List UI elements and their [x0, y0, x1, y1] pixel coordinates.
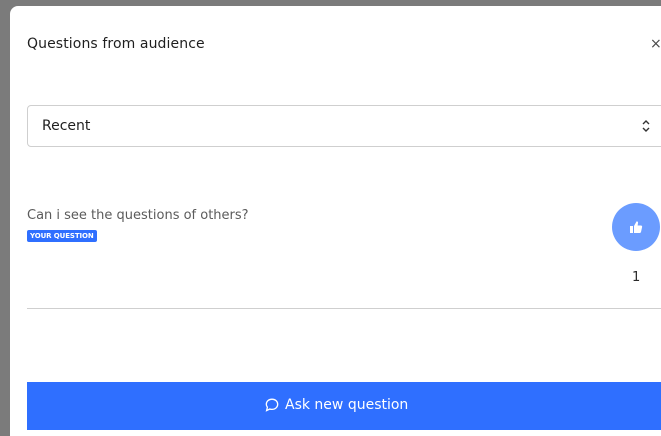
ask-new-question-button[interactable]: Ask new question [27, 382, 661, 430]
ask-button-label: Ask new question [285, 397, 409, 413]
thumbs-up-icon [630, 221, 643, 233]
question-text: Can i see the questions of others? [27, 208, 249, 223]
sort-select[interactable]: Recent [27, 105, 661, 147]
your-question-badge: YOUR QUESTION [27, 230, 97, 242]
sort-select-value: Recent [42, 118, 91, 134]
divider [27, 308, 661, 309]
like-count: 1 [632, 270, 641, 285]
ask-button-content: Ask new question [265, 397, 408, 413]
chat-bubble-icon [265, 398, 279, 412]
like-button[interactable] [612, 203, 660, 251]
modal-title: Questions from audience [27, 36, 205, 52]
chevron-up-down-icon [642, 120, 650, 132]
close-icon[interactable]: × [650, 36, 661, 52]
questions-modal: Questions from audience × Recent Can i s… [10, 6, 661, 436]
